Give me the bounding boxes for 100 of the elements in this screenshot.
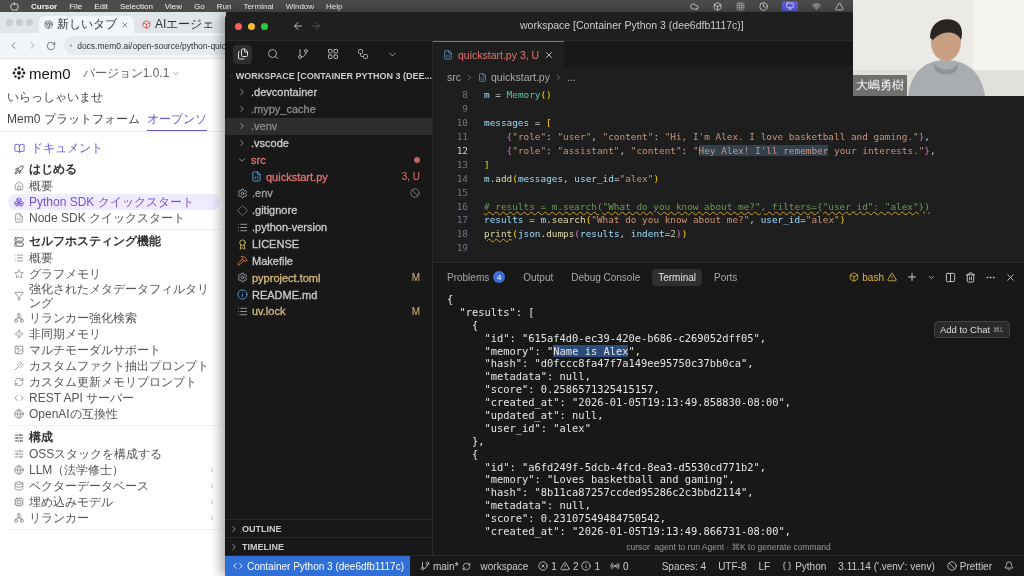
sidebar-item[interactable]: 埋め込みモデル: [8, 494, 220, 510]
breadcrumb-item[interactable]: src: [447, 71, 461, 83]
ports-indicator[interactable]: 0: [610, 560, 629, 572]
code-line: {"role": "assistant", "content": "Hey Alex! I'll remember your interests."},: [505, 145, 936, 156]
folder-row[interactable]: .vscode: [225, 134, 432, 152]
close-icon[interactable]: [1005, 271, 1016, 283]
file-row[interactable]: quickstart.py 3, U: [225, 168, 432, 186]
explorer-button[interactable]: [233, 44, 252, 64]
cloud-icon[interactable]: [690, 1, 699, 11]
file-row[interactable]: Makefile: [225, 252, 432, 270]
menu-item[interactable]: Window: [285, 1, 315, 11]
menu-item[interactable]: Terminal: [243, 1, 274, 11]
back-icon[interactable]: [292, 20, 304, 32]
close-icon[interactable]: [544, 49, 555, 60]
workspace-label[interactable]: workspace: [480, 560, 529, 572]
panel-tab[interactable]: Ports: [708, 268, 744, 286]
menu-item[interactable]: View: [164, 1, 183, 11]
file-row[interactable]: LICENSE: [225, 235, 432, 253]
file-row[interactable]: pyproject.toml M: [225, 269, 432, 287]
status-item[interactable]: LF: [758, 560, 771, 572]
sidebar-item[interactable]: Python SDK クイックスタート: [8, 194, 220, 210]
status-item[interactable]: Prettier: [946, 560, 992, 572]
sidebar-item[interactable]: リランカー強化検索: [8, 310, 220, 326]
menu-item[interactable]: Run: [216, 1, 232, 11]
docs-link[interactable]: ドキュメント: [8, 140, 220, 157]
version-selector[interactable]: バージョン1.0.1: [82, 64, 181, 82]
branch-indicator[interactable]: main*: [419, 560, 471, 572]
panel-tab[interactable]: Output: [517, 268, 560, 286]
panel-tab[interactable]: Debug Console: [565, 268, 647, 286]
add-icon[interactable]: [906, 271, 918, 283]
blocked-icon: [946, 561, 957, 571]
sidebar-item[interactable]: OpenAIの互換性: [8, 406, 220, 422]
sidebar-item[interactable]: Node SDK クイックスタート: [8, 210, 220, 226]
status-item[interactable]: Python: [782, 560, 827, 572]
sidebar-item[interactable]: OSSスタックを構成する: [8, 446, 220, 462]
clock-icon[interactable]: [759, 1, 768, 11]
sidebar-item[interactable]: カスタム更新メモリプロンプト: [8, 374, 220, 390]
wifi-icon[interactable]: [812, 1, 821, 11]
nav-tab[interactable]: いらっしゃいませ: [7, 87, 103, 109]
file-row[interactable]: .env: [225, 185, 432, 202]
minimize-button[interactable]: [248, 22, 255, 30]
menu-item[interactable]: Cursor: [31, 1, 58, 11]
panel-tab[interactable]: Terminal: [652, 268, 702, 286]
file-row[interactable]: .python-version: [225, 218, 432, 236]
collapsed-section[interactable]: OUTLINE: [225, 519, 432, 537]
sidebar-item[interactable]: 非同期メモリ: [8, 326, 220, 342]
problems-indicator[interactable]: 1 2 1: [538, 560, 601, 572]
zoom-button[interactable]: [261, 22, 268, 30]
menu-item[interactable]: Help: [326, 1, 343, 11]
sidebar-item[interactable]: グラフメモリ: [8, 266, 220, 282]
panel-tab[interactable]: Problems 4: [441, 268, 512, 286]
split-icon[interactable]: [945, 271, 956, 283]
sliders-icon: [14, 449, 24, 459]
sidebar-item[interactable]: リランカー: [8, 510, 220, 526]
cube-icon[interactable]: [713, 1, 722, 11]
menu-item[interactable]: Selection: [119, 1, 153, 11]
folder-row[interactable]: .venv: [225, 117, 432, 135]
close-button[interactable]: [235, 22, 242, 30]
nav-tab[interactable]: オープンソ: [146, 109, 207, 131]
sidebar-item[interactable]: 概要: [8, 178, 220, 194]
file-row[interactable]: README.md: [225, 286, 432, 303]
remote-indicator[interactable]: Container Python 3 (dee6dfb1117c): [225, 556, 410, 576]
folder-row[interactable]: src: [225, 151, 432, 169]
menu-item[interactable]: Go: [194, 1, 205, 11]
apple-icon[interactable]: [10, 1, 19, 11]
grid-icon[interactable]: [736, 1, 745, 11]
sync-icon: [461, 561, 471, 571]
browser-tab[interactable]: AIエージェ: [137, 16, 220, 33]
triangle-icon[interactable]: [835, 1, 844, 11]
file-name: .mypy_cache: [251, 103, 316, 116]
reload-icon[interactable]: [46, 40, 56, 51]
sidebar-item[interactable]: 強化されたメタデータフィルタリング: [8, 282, 220, 310]
code-line: m = Memory(): [484, 89, 552, 101]
address-bar[interactable]: docs.mem0.ai/open-source/python-quic: [64, 36, 226, 55]
menu-item[interactable]: Edit: [94, 1, 108, 11]
sidebar-item[interactable]: マルチモーダルサポート: [8, 342, 220, 358]
nav-tab[interactable]: Mem0 プラットフォーム: [7, 109, 140, 131]
file-row[interactable]: uv.lock M: [225, 302, 432, 320]
site-logo[interactable]: mem0: [12, 64, 71, 82]
workspace-header[interactable]: WORKSPACE [CONTAINER PYTHON 3 (DEE...: [225, 67, 432, 84]
sidebar-item[interactable]: ベクターデータベース: [8, 478, 220, 494]
status-item[interactable]: UTF-8: [718, 560, 747, 572]
folder-row[interactable]: .devcontainer: [225, 84, 432, 101]
terminal-selector[interactable]: bash: [849, 271, 897, 283]
status-item[interactable]: Spaces: 4: [661, 560, 707, 572]
trash-icon[interactable]: [965, 271, 976, 283]
breadcrumb-item[interactable]: ...: [566, 71, 576, 83]
sidebar-item[interactable]: カスタムファクト抽出プロンプト: [8, 358, 220, 374]
sidebar-item[interactable]: LLM（法学修士）: [8, 462, 220, 478]
menu-item[interactable]: File: [69, 1, 83, 11]
sidebar-item[interactable]: REST API サーバー: [8, 390, 220, 406]
bell-icon[interactable]: [1004, 561, 1014, 571]
screen-share-button[interactable]: [782, 1, 798, 11]
file-row[interactable]: .gitignore: [225, 201, 432, 219]
sidebar-item[interactable]: 概要: [8, 250, 220, 266]
status-item[interactable]: 3.11.14 ('.venv': venv): [838, 560, 935, 572]
editor-tab[interactable]: quickstart.py 3, U: [433, 41, 565, 67]
folder-row[interactable]: .mypy_cache: [225, 100, 432, 118]
breadcrumb-item[interactable]: quickstart.py: [491, 71, 550, 83]
browser-tab[interactable]: 新しいタブ: [39, 16, 134, 33]
